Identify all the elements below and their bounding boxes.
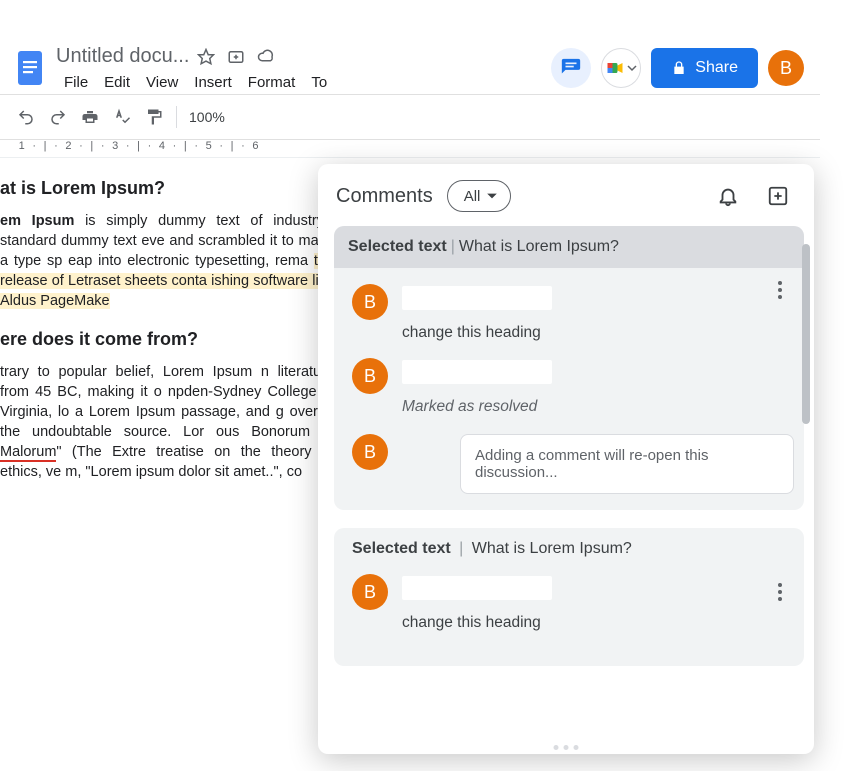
reply-row: B Adding a comment will re-open this dis… bbox=[344, 426, 794, 494]
star-icon[interactable] bbox=[193, 44, 219, 70]
meet-button[interactable] bbox=[601, 48, 641, 88]
comment-thread[interactable]: Selected text | What is Lorem Ipsum? B c… bbox=[334, 528, 804, 666]
share-button[interactable]: Share bbox=[651, 48, 758, 88]
selected-text-value: What is Lorem Ipsum? bbox=[459, 238, 619, 255]
comment-status-text: Marked as resolved bbox=[402, 392, 794, 426]
menu-file[interactable]: File bbox=[56, 72, 96, 93]
scrollbar-thumb[interactable] bbox=[802, 244, 810, 424]
spellcheck-button[interactable] bbox=[106, 101, 138, 133]
move-icon[interactable] bbox=[223, 44, 249, 70]
account-avatar[interactable]: B bbox=[768, 50, 804, 86]
menu-tools-truncated[interactable]: To bbox=[303, 72, 335, 93]
selected-text-bar: Selected text | What is Lorem Ipsum? bbox=[344, 528, 794, 568]
menu-view[interactable]: View bbox=[138, 72, 186, 93]
paint-format-button[interactable] bbox=[138, 101, 170, 133]
selected-text-label: Selected text bbox=[348, 238, 447, 255]
menu-edit[interactable]: Edit bbox=[96, 72, 138, 93]
comment-text: change this heading bbox=[402, 608, 794, 642]
comments-panel-header: Comments All bbox=[318, 164, 814, 226]
open-comments-button[interactable] bbox=[551, 48, 591, 88]
commenter-avatar: B bbox=[352, 358, 388, 394]
reply-input[interactable]: Adding a comment will re-open this discu… bbox=[460, 434, 794, 494]
commenter-name-redacted bbox=[402, 360, 552, 384]
app-header: Untitled docu... File Edit View Insert F… bbox=[0, 36, 820, 94]
doc-heading-2[interactable]: ere does it come from? bbox=[0, 327, 334, 352]
doc-bold-span: em Ipsum bbox=[0, 213, 74, 229]
reply-placeholder: Adding a comment will re-open this discu… bbox=[475, 447, 708, 481]
selected-text-value: What is Lorem Ipsum? bbox=[472, 540, 632, 557]
share-label: Share bbox=[695, 59, 738, 77]
panel-resize-handle[interactable] bbox=[554, 745, 579, 750]
zoom-select[interactable]: 100% bbox=[183, 109, 231, 125]
commenter-name-redacted bbox=[402, 286, 552, 310]
app-frame: Untitled docu... File Edit View Insert F… bbox=[0, 36, 820, 756]
doc-paragraph-2[interactable]: trary to popular belief, Lorem Ipsum n l… bbox=[0, 362, 334, 482]
chevron-down-icon bbox=[486, 190, 498, 202]
ruler[interactable]: 1 · | · 2 · | · 3 · | · 4 · | · 5 · | · … bbox=[0, 140, 820, 158]
doc-meta: Untitled docu... File Edit View Insert F… bbox=[56, 44, 551, 93]
comments-filter-chip[interactable]: All bbox=[447, 180, 512, 212]
selected-text-bar: Selected text|What is Lorem Ipsum? bbox=[334, 226, 804, 268]
lock-icon bbox=[671, 60, 687, 76]
doc-text: trary to popular belief, Lorem Ipsum n l… bbox=[0, 364, 334, 440]
comments-panel: Comments All Selected text|What is Lorem… bbox=[318, 164, 814, 754]
selected-text-label: Selected text bbox=[352, 540, 451, 557]
cloud-status-icon[interactable] bbox=[253, 44, 279, 70]
print-button[interactable] bbox=[74, 101, 106, 133]
filter-label: All bbox=[464, 188, 481, 205]
comment-thread[interactable]: Selected text|What is Lorem Ipsum? B cha… bbox=[334, 226, 804, 510]
header-actions: Share B bbox=[551, 48, 810, 88]
commenter-avatar: B bbox=[352, 284, 388, 320]
notifications-button[interactable] bbox=[710, 178, 746, 214]
comment-entry: B change this heading bbox=[344, 278, 794, 352]
new-comment-button[interactable] bbox=[760, 178, 796, 214]
comment-text: change this heading bbox=[402, 318, 794, 352]
toolbar-separator bbox=[176, 106, 177, 128]
comment-entry: B Marked as resolved bbox=[344, 352, 794, 426]
doc-paragraph-1[interactable]: em Ipsum is simply dummy text of industr… bbox=[0, 211, 334, 311]
undo-button[interactable] bbox=[10, 101, 42, 133]
docs-logo[interactable] bbox=[12, 44, 48, 92]
redo-button[interactable] bbox=[42, 101, 74, 133]
doc-heading-1[interactable]: at is Lorem Ipsum? bbox=[0, 176, 334, 201]
doc-title[interactable]: Untitled docu... bbox=[56, 45, 189, 68]
menu-format[interactable]: Format bbox=[240, 72, 304, 93]
comments-title: Comments bbox=[336, 185, 433, 208]
menubar: File Edit View Insert Format To bbox=[56, 72, 551, 93]
menu-insert[interactable]: Insert bbox=[186, 72, 240, 93]
doc-spell-error: Malorum bbox=[0, 444, 56, 462]
commenter-avatar: B bbox=[352, 574, 388, 610]
commenter-name-redacted bbox=[402, 576, 552, 600]
comment-entry: B change this heading bbox=[344, 568, 794, 642]
document-body[interactable]: at is Lorem Ipsum? em Ipsum is simply du… bbox=[0, 158, 340, 508]
thread-more-button[interactable] bbox=[766, 276, 794, 304]
thread-more-button[interactable] bbox=[766, 578, 794, 606]
reply-avatar: B bbox=[352, 434, 388, 470]
comments-scroll[interactable]: Selected text|What is Lorem Ipsum? B cha… bbox=[318, 226, 814, 754]
toolbar: 100% bbox=[0, 94, 820, 140]
